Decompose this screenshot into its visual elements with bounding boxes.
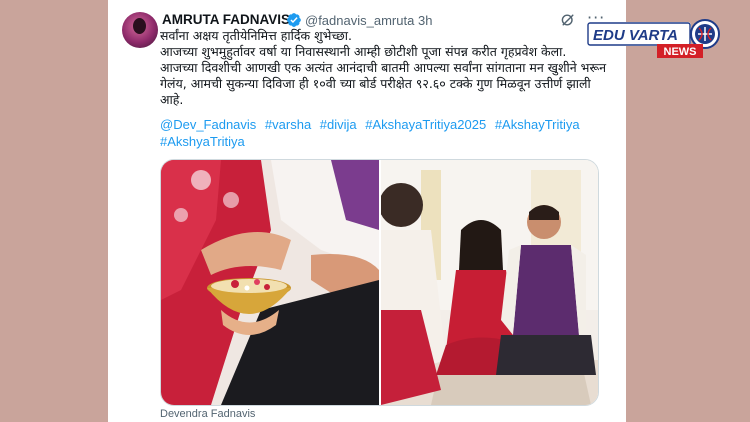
media-photo-puja-plate[interactable] [161, 160, 379, 405]
author-handle[interactable]: @fadnavis_amruta [305, 13, 414, 28]
verified-badge-icon [287, 13, 301, 27]
hashtag-link[interactable]: #AkshyaTritiya [160, 134, 245, 149]
tweet-line: सर्वांना अक्षय तृतीयेनिमित्त हार्दिक शुभ… [160, 28, 352, 43]
hashtag-link[interactable]: #AkshayaTritiya2025 [365, 117, 486, 132]
puja-ceremony-illustration [381, 160, 598, 405]
tweet-card: AMRUTA FADNAVIS @fadnavis_amruta · 3h ··… [108, 0, 626, 422]
tweet-text: सर्वांना अक्षय तृतीयेनिमित्त हार्दिक शुभ… [160, 28, 616, 108]
media-photo-puja-ceremony[interactable] [381, 160, 598, 405]
logo-line2: NEWS [664, 46, 697, 58]
mention-link[interactable]: @Dev_Fadnavis [160, 117, 256, 132]
tweet-time[interactable]: 3h [418, 13, 432, 28]
logo-line1: EDU VARTA [593, 27, 678, 44]
media-caption: Devendra Fadnavis [160, 408, 256, 420]
separator-dot: · [408, 13, 413, 28]
grok-icon[interactable] [560, 12, 576, 28]
tweet-header: AMRUTA FADNAVIS @fadnavis_amruta · 3h ··… [162, 8, 614, 29]
hashtag-link[interactable]: #varsha [265, 117, 311, 132]
hashtag-link[interactable]: #divija [320, 117, 357, 132]
tweet-line: आजच्या दिवशीची आणखी एक अत्यंत आनंदाची बा… [160, 60, 607, 107]
eduvarta-logo: EDU VARTA NEWS [587, 19, 720, 58]
tweet-line: आजच्या शुभमुहुर्तावर वर्षा या निवासस्थान… [160, 44, 567, 59]
puja-plate-illustration [161, 160, 379, 405]
hashtag-link[interactable]: #AkshayTritiya [495, 117, 580, 132]
hashtag-list: @Dev_Fadnavis #varsha #divija #AkshayaTr… [160, 116, 616, 150]
author-name[interactable]: AMRUTA FADNAVIS [162, 12, 290, 27]
author-avatar[interactable] [122, 12, 158, 48]
tweet-media[interactable] [160, 159, 599, 406]
